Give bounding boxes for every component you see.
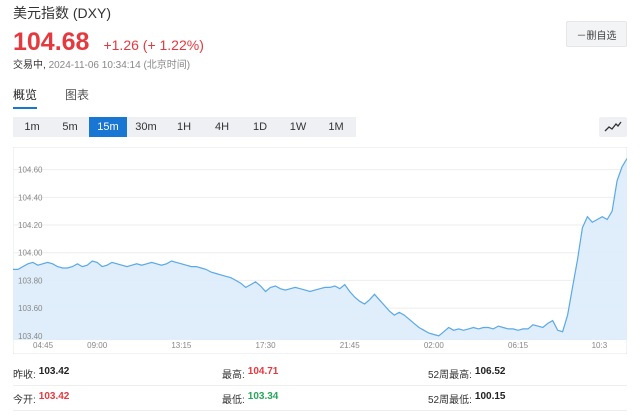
stat-value: 100.15 [474,390,506,402]
stat-label: 52周最高: [428,369,472,381]
stats-row: 昨收: 103.42 最高: 104.71 52周最高: 106.52 [13,361,627,386]
price-chart[interactable]: 103.40 103.60 103.80 104.00 104.20 104.40 104.… [13,147,627,354]
chart-type-button[interactable] [599,117,627,137]
y-tick-label: 103.80 [18,276,43,285]
period-4h[interactable]: 4H [203,117,241,137]
line-chart-icon [604,121,622,132]
price-chart-svg: 103.40 103.60 103.80 104.00 104.20 104.40 104.… [13,147,627,354]
period-1d[interactable]: 1D [241,117,279,137]
stats-row: 今开: 103.42 最低: 103.34 52周最低: 100.15 [13,386,627,411]
stat-low: 最低: 103.34 [222,391,428,406]
x-tick-label: 06:15 [508,341,529,350]
stat-52w-low: 52周最低: 100.15 [428,391,506,406]
last-price: 104.68 [13,28,90,56]
stat-value: 104.71 [247,365,279,377]
stat-prev-close: 昨收: 103.42 [13,366,222,381]
stat-52w-high: 52周最高: 106.52 [428,366,506,381]
trading-status: 交易中, [13,60,46,71]
tab-chart[interactable]: 图表 [65,86,89,109]
remove-watchlist-button[interactable]: －删自选 [566,21,627,47]
x-tick-label: 02:00 [424,341,445,350]
y-tick-label: 104.40 [18,193,43,202]
instrument-title: 美元指数 (DXY) [13,5,111,21]
price-row: 104.68 +1.26 (+ 1.22%) [13,28,204,57]
x-tick-label: 17:30 [256,341,277,350]
stats-table: 昨收: 103.42 最高: 104.71 52周最高: 106.52 今开: … [13,361,627,411]
period-1mo[interactable]: 1M [317,117,355,137]
stat-value: 106.52 [474,365,506,377]
view-tabs: 概览 图表 [13,86,117,109]
period-30m[interactable]: 30m [127,117,165,137]
period-5m[interactable]: 5m [51,117,89,137]
stat-label: 最高: [222,369,245,381]
x-tick-label: 21:45 [340,341,361,350]
y-tick-label: 104.00 [18,249,43,258]
x-tick-label: 09:00 [87,341,108,350]
y-tick-label: 103.40 [18,332,43,341]
stat-label: 昨收: [13,369,36,381]
stat-label: 最低: [222,394,245,406]
stat-label: 今开: [13,394,36,406]
price-change: +1.26 (+ 1.22%) [103,37,204,53]
market-status: 交易中, 2024-11-06 10:34:14 (北京时间) [13,56,190,71]
stat-label: 52周最低: [428,394,472,406]
stat-high: 最高: 104.71 [222,366,428,381]
y-tick-label: 104.20 [18,221,43,230]
stat-open: 今开: 103.42 [13,391,222,406]
stat-value: 103.34 [247,390,279,402]
y-tick-label: 103.60 [18,304,43,313]
quote-timestamp: 2024-11-06 10:34:14 (北京时间) [48,60,191,71]
period-1w[interactable]: 1W [279,117,317,137]
period-15m[interactable]: 15m [89,117,127,137]
x-tick-label: 13:15 [171,341,192,350]
x-tick-label: 10:3 [592,341,608,350]
y-tick-label: 104.60 [18,166,43,175]
stat-value: 103.42 [38,390,70,402]
period-1h[interactable]: 1H [165,117,203,137]
x-tick-label: 04:45 [33,341,54,350]
stat-value: 103.42 [38,365,70,377]
period-selector: 1m 5m 15m 30m 1H 4H 1D 1W 1M [13,117,356,137]
period-1m[interactable]: 1m [13,117,51,137]
tab-overview[interactable]: 概览 [13,86,38,109]
